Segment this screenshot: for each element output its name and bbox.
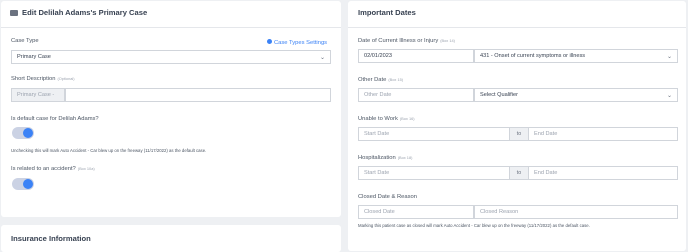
default-case-note: Unchecking this will mark Auto Accident …	[11, 148, 207, 153]
chevron-down-icon: ⌄	[666, 93, 672, 99]
hospitalization-end[interactable]: End Date	[528, 166, 678, 180]
insurance-title: Insurance Information	[11, 234, 91, 243]
current-illness-qualifier[interactable]: 431 - Onset of current symptoms or illne…	[474, 49, 678, 63]
panel-title: Edit Delilah Adams's Primary Case	[22, 8, 148, 17]
unable-to-work-label: Unable to Work (Box 16)	[358, 116, 415, 122]
closed-label: Closed Date & Reason	[358, 194, 417, 200]
hospitalization-to: to	[510, 166, 528, 180]
default-case-label: Is default case for Delilah Adams?	[11, 116, 99, 122]
other-date-qualifier[interactable]: Select Qualifier ⌄	[474, 88, 678, 102]
title-divider	[1, 27, 341, 28]
panel-title: Important Dates	[358, 8, 416, 17]
gear-icon	[267, 39, 272, 44]
short-description-input[interactable]	[65, 88, 331, 102]
case-types-settings-link[interactable]: Case Types Settings	[267, 39, 327, 46]
closed-date-input[interactable]: Closed Date	[358, 205, 474, 219]
short-description-label: Short Description (Optional)	[11, 76, 75, 82]
unable-to-work-start[interactable]: Start Date	[358, 127, 510, 141]
chevron-down-icon: ⌄	[319, 55, 325, 61]
case-type-select[interactable]: Primary Case ⌄	[11, 50, 331, 64]
unable-to-work-to: to	[510, 127, 528, 141]
hospitalization-start[interactable]: Start Date	[358, 166, 510, 180]
default-case-toggle[interactable]	[12, 127, 34, 139]
closed-note: Marking this patient case as closed will…	[358, 223, 590, 228]
insurance-panel: Insurance Information	[1, 225, 341, 252]
other-date-input[interactable]: Other Date	[358, 88, 474, 102]
current-illness-date[interactable]: 02/01/2023	[358, 49, 474, 63]
edit-case-panel: Edit Delilah Adams's Primary Case Case T…	[1, 1, 341, 217]
toggle-knob	[23, 128, 33, 138]
short-description-prefix: Primary Case -	[11, 88, 65, 102]
folder-icon	[10, 10, 18, 16]
unable-to-work-end[interactable]: End Date	[528, 127, 678, 141]
title-divider	[348, 27, 686, 28]
other-date-label: Other Date (Box 15)	[358, 77, 404, 83]
closed-reason-input[interactable]: Closed Reason	[474, 205, 678, 219]
accident-toggle[interactable]	[12, 178, 34, 190]
toggle-knob	[23, 179, 33, 189]
important-dates-panel: Important Dates Date of Current Illness …	[348, 1, 686, 251]
hospitalization-label: Hospitalization (Box 18)	[358, 155, 413, 161]
current-illness-label: Date of Current Illness or Injury (Box 14…	[358, 38, 455, 44]
chevron-down-icon: ⌄	[666, 54, 672, 60]
case-type-label: Case Type	[11, 38, 39, 44]
accident-label: Is related to an accident? (Box 10a)	[11, 166, 95, 172]
